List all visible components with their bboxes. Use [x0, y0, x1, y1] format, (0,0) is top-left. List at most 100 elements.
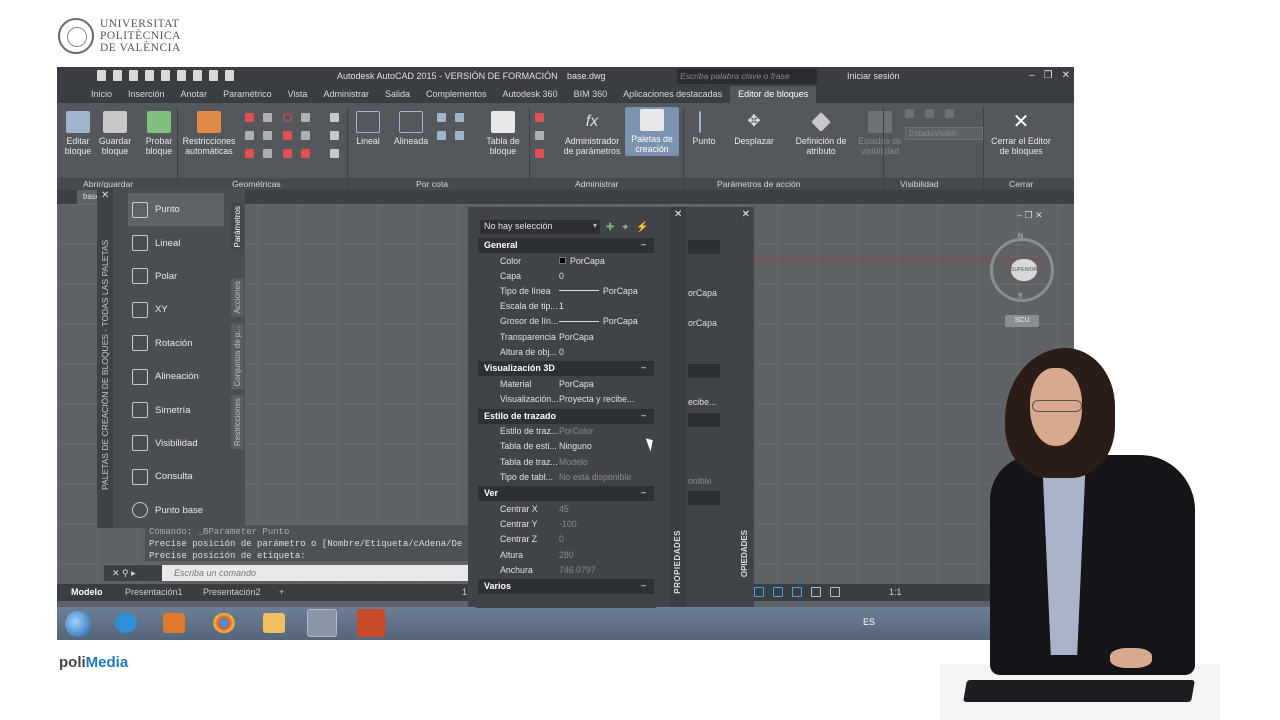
powerpoint-icon[interactable] [357, 609, 385, 637]
diameter-icon[interactable] [437, 131, 446, 140]
command-input[interactable]: Escriba un comando [174, 568, 256, 578]
property-row[interactable]: Visualización... Proyecta y recibe... [476, 392, 656, 407]
lineal-button[interactable]: Lineal [353, 111, 383, 146]
panel-administrar[interactable]: Administrar [575, 179, 618, 189]
close-duplicate-icon[interactable]: ✕ [742, 209, 750, 220]
concentric-icon[interactable] [283, 113, 292, 122]
saveas-icon[interactable] [145, 70, 154, 81]
tabla-de-bloque-button[interactable]: Tabla de bloque [479, 111, 527, 156]
punto-button[interactable]: Punto [687, 111, 721, 146]
palette-item-simetria[interactable]: Simetría [128, 393, 228, 426]
viewport-controls[interactable]: – ❐ ✕ [1017, 210, 1043, 221]
visibility-icon-1[interactable] [905, 109, 914, 118]
restricciones-automaticas-button[interactable]: Restricciones automáticas [180, 111, 238, 156]
open-icon[interactable] [113, 70, 122, 81]
auto-scale-icon[interactable] [811, 587, 821, 597]
viewcube-top-face[interactable]: SUPERIOR [1011, 259, 1037, 281]
estados-visibilidad-button[interactable]: Estados de visibilidad [857, 111, 903, 156]
property-row[interactable]: Transparencia PorCapa [476, 329, 656, 344]
collinear-icon[interactable] [263, 113, 272, 122]
tangent-icon[interactable] [245, 149, 254, 158]
tab-salida[interactable]: Salida [377, 86, 418, 103]
show-constraints-icon[interactable] [330, 113, 339, 122]
property-row[interactable]: Escala de tip... 1 [476, 299, 656, 314]
tab-acciones[interactable]: Acciones [231, 278, 244, 317]
symmetric-icon[interactable] [283, 149, 292, 158]
command-line[interactable]: ✕ ⚲ ▸ Escriba un comando [104, 565, 470, 581]
close-properties-icon[interactable]: ✕ [674, 209, 682, 220]
help-search-input[interactable]: Escriba palabra clave o frase [677, 69, 817, 84]
section-general[interactable]: General [478, 238, 654, 253]
tab-insercion[interactable]: Inserción [120, 86, 173, 103]
minimize-icon[interactable]: – [1029, 70, 1035, 81]
section-visualizacion-3d[interactable]: Visualización 3D [478, 361, 654, 377]
show-all-icon[interactable] [330, 131, 339, 140]
tab-administrar[interactable]: Administrar [315, 86, 377, 103]
desplazar-button[interactable]: ✥ Desplazar [731, 111, 777, 146]
property-row[interactable]: Anchura 746.0797 [476, 562, 656, 577]
property-row[interactable]: Tipo de línea PorCapa [476, 283, 656, 298]
probar-bloque-button[interactable]: Probar bloque [141, 111, 177, 156]
angular-icon[interactable] [437, 113, 446, 122]
delete-icon[interactable] [535, 149, 544, 158]
close-palettes-icon[interactable]: ✕ [101, 190, 109, 201]
language-indicator[interactable]: ES [863, 617, 875, 627]
tab-parametros[interactable]: Parámetros [231, 203, 244, 251]
property-row[interactable]: Material PorCapa [476, 376, 656, 391]
property-row[interactable]: Tabla de esti... Ninguno [476, 439, 656, 454]
autocad-taskbar-icon[interactable] [307, 609, 337, 637]
attribute-icon[interactable] [535, 113, 544, 122]
property-row[interactable]: Tipo de tabl... No está disponible [476, 469, 656, 484]
editar-bloque-button[interactable]: Editar bloque [61, 111, 95, 156]
tab-editor-bloques[interactable]: Editor de bloques [730, 86, 817, 103]
section-varios[interactable]: Varios [478, 579, 654, 595]
workspace-icon[interactable] [225, 70, 234, 81]
new-icon[interactable] [97, 70, 106, 81]
login-button[interactable]: Iniciar sesión [847, 71, 900, 81]
chrome-icon[interactable] [213, 613, 235, 633]
compass-north[interactable]: N [1018, 233, 1023, 240]
annotation-icon[interactable] [830, 587, 840, 597]
palette-item-consulta[interactable]: Consulta [128, 460, 228, 493]
section-ver[interactable]: Ver [478, 486, 654, 502]
equal-icon[interactable] [301, 149, 310, 158]
property-row[interactable]: Altura de obj... 0 [476, 344, 656, 359]
radial-icon[interactable] [455, 113, 464, 122]
visibility-icon-3[interactable] [945, 109, 954, 118]
tab-conjuntos[interactable]: Conjuntos de p... [231, 322, 244, 390]
palette-item-alineacion[interactable]: Alineación [128, 360, 228, 393]
tab-presentacion1[interactable]: Presentación1 [125, 587, 183, 597]
palette-item-polar[interactable]: Polar [128, 260, 228, 293]
palette-item-punto-base[interactable]: Punto base [128, 494, 228, 527]
folder-icon[interactable] [263, 613, 285, 633]
cerrar-editor-button[interactable]: ✕ Cerrar el Editor de bloques [987, 111, 1055, 156]
coincident-icon[interactable] [245, 113, 254, 122]
media-player-icon[interactable] [163, 613, 185, 633]
select-objects-icon[interactable]: ⌖ [622, 222, 628, 233]
tab-modelo[interactable]: Modelo [71, 587, 103, 597]
tab-restricciones[interactable]: Restricciones [231, 395, 244, 450]
selection-icon[interactable] [773, 587, 783, 597]
properties-icon[interactable] [535, 131, 544, 140]
lock-icon[interactable] [301, 113, 310, 122]
property-row[interactable]: Centrar X 45 [476, 501, 656, 516]
property-row[interactable]: Centrar Y -100 [476, 517, 656, 532]
parallel-icon[interactable] [245, 131, 254, 140]
definicion-atributo-button[interactable]: Definición de atributo [791, 111, 851, 156]
perpendicular-icon[interactable] [263, 131, 272, 140]
panel-por-cota[interactable]: Por cota [416, 179, 448, 189]
alineada-button[interactable]: Alineada [391, 111, 431, 146]
tab-complementos[interactable]: Complementos [418, 86, 495, 103]
tab-vista[interactable]: Vista [280, 86, 316, 103]
visibility-state-select[interactable]: EstadoVisibili [905, 127, 983, 140]
tab-parametrico[interactable]: Paramétrico [215, 86, 280, 103]
internet-explorer-icon[interactable] [115, 613, 137, 633]
panel-visibilidad[interactable]: Visibilidad [900, 179, 939, 189]
tab-presentacion2[interactable]: Presentación2 [203, 587, 261, 597]
tab-anotar[interactable]: Anotar [173, 86, 216, 103]
property-row[interactable]: Color PorCapa [476, 253, 656, 268]
application-menu-button[interactable] [57, 67, 83, 103]
property-row[interactable]: Centrar Z0 [476, 532, 656, 547]
print-icon[interactable] [161, 70, 170, 81]
administrador-parametros-button[interactable]: fx Administrador de parámetros [559, 111, 625, 156]
